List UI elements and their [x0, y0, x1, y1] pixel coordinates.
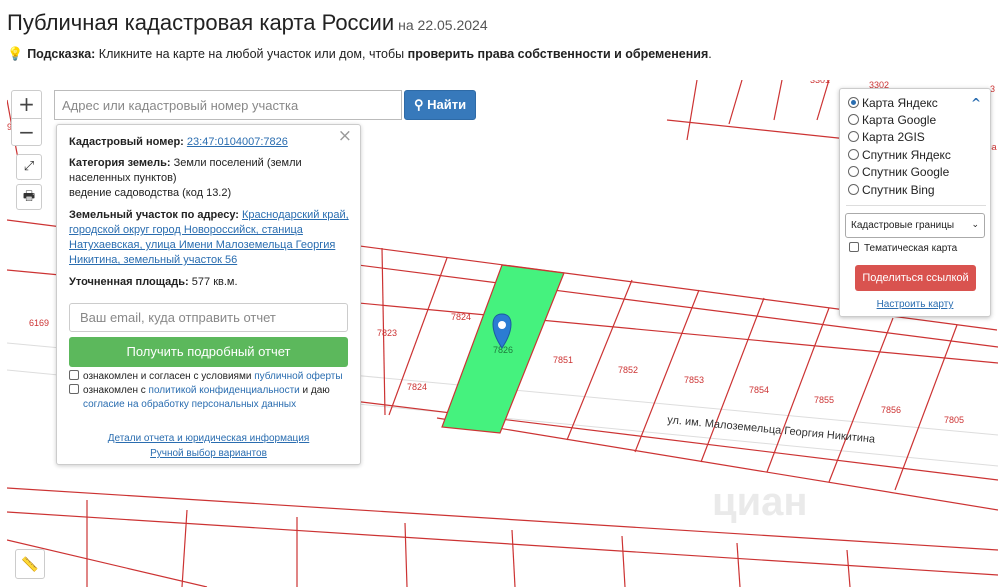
consent-offer-checkbox[interactable]	[69, 370, 79, 380]
svg-text:7856: 7856	[881, 405, 901, 415]
svg-text:6169: 6169	[29, 318, 49, 328]
search-button[interactable]: ⚲ Найти	[404, 90, 476, 120]
chevron-up-icon[interactable]: ^	[971, 96, 981, 110]
ruler-icon: 📏	[21, 556, 39, 572]
layer-option-bing-satellite[interactable]: Спутник Bing	[848, 182, 935, 198]
personal-data-link[interactable]: согласие на обработку персональных данны…	[83, 399, 296, 410]
page-title: Публичная кадастровая карта России	[7, 10, 395, 35]
thematic-map-row: Тематическая карта	[849, 242, 957, 255]
hint-label: Подсказка:	[27, 47, 96, 61]
consent-privacy-row: ознакомлен с политикой конфиденциальност…	[69, 384, 349, 412]
divider	[846, 205, 986, 206]
zoom-in-button[interactable]: +	[12, 91, 41, 118]
watermark: циан	[712, 480, 808, 524]
offer-link[interactable]: публичной оферты	[254, 371, 342, 382]
svg-text:7855: 7855	[814, 395, 834, 405]
svg-text:7824: 7824	[407, 382, 427, 392]
layer-option-google-satellite[interactable]: Спутник Google	[848, 164, 949, 180]
manual-select-link[interactable]: Ручной выбор вариантов	[150, 448, 267, 459]
svg-text:7853: 7853	[684, 375, 704, 385]
consent-privacy-checkbox[interactable]	[69, 384, 79, 394]
svg-text:7854: 7854	[749, 385, 769, 395]
svg-text:3301: 3301	[810, 80, 830, 85]
expand-icon: ⤢	[23, 159, 35, 174]
email-field[interactable]	[69, 303, 348, 332]
search-icon: ⚲	[413, 97, 424, 112]
printer-icon: 🖶	[22, 189, 36, 204]
cadastral-number-row: Кадастровый номер: 23:47:0104007:7826	[69, 136, 288, 148]
chevron-down-icon: ⌄	[971, 220, 979, 230]
search-input[interactable]	[54, 90, 402, 120]
layer-switcher: ^ Карта Яндекс Карта Google Карта 2GIS С…	[839, 88, 991, 317]
overlay-select[interactable]: Кадастровые границы ⌄	[845, 213, 985, 238]
zoom-out-button[interactable]: −	[12, 118, 41, 145]
zoom-control: + −	[11, 90, 42, 146]
layer-option-2gis-map[interactable]: Карта 2GIS	[848, 129, 925, 145]
svg-text:7823: 7823	[377, 328, 397, 338]
layer-option-yandex-satellite[interactable]: Спутник Яндекс	[848, 147, 951, 163]
hint-text: Кликните на карте на любой участок или д…	[98, 47, 405, 61]
hint-bar: 💡 Подсказка: Кликните на карте на любой у…	[7, 46, 712, 61]
details-link[interactable]: Детали отчета и юридическая информация	[108, 433, 310, 444]
layer-option-yandex-map[interactable]: Карта Яндекс	[848, 95, 938, 111]
svg-text:7824: 7824	[451, 312, 471, 322]
print-button[interactable]: 🖶	[16, 184, 42, 210]
share-link-button[interactable]: Поделиться ссылкой	[855, 265, 976, 291]
svg-text:7852: 7852	[618, 365, 638, 375]
area-row: Уточненная площадь: 577 кв.м.	[69, 276, 238, 288]
fullscreen-button[interactable]: ⤢	[16, 154, 42, 180]
lightbulb-icon: 💡	[7, 46, 24, 61]
land-category-row: Категория земель: Земли поселений (земли…	[69, 157, 302, 199]
layer-option-google-map[interactable]: Карта Google	[848, 112, 936, 128]
privacy-link[interactable]: политикой конфиденциальности	[149, 385, 300, 396]
page-header: Публичная кадастровая карта России на 22.…	[7, 10, 488, 36]
consent-offer-row: ознакомлен и согласен с условиями публич…	[69, 370, 349, 384]
parcel-info-popup: × Кадастровый номер: 23:47:0104007:7826 …	[56, 124, 361, 465]
configure-map-link[interactable]: Настроить карту	[840, 299, 990, 310]
street-label: ул. им. Малоземельца Георгия Никитина	[667, 414, 877, 446]
page-date: на 22.05.2024	[398, 17, 488, 33]
ruler-button[interactable]: 📏	[15, 549, 45, 579]
cadastral-number-link[interactable]: 23:47:0104007:7826	[187, 136, 288, 148]
get-report-button[interactable]: Получить подробный отчет	[69, 337, 348, 367]
hint-bold-text: проверить права собственности и обремене…	[407, 47, 709, 61]
svg-text:7851: 7851	[553, 355, 573, 365]
svg-text:7805: 7805	[944, 415, 964, 425]
thematic-map-checkbox[interactable]	[849, 242, 859, 252]
address-row: Земельный участок по адресу: Краснодарск…	[69, 209, 349, 266]
radio-selected[interactable]	[848, 97, 859, 108]
